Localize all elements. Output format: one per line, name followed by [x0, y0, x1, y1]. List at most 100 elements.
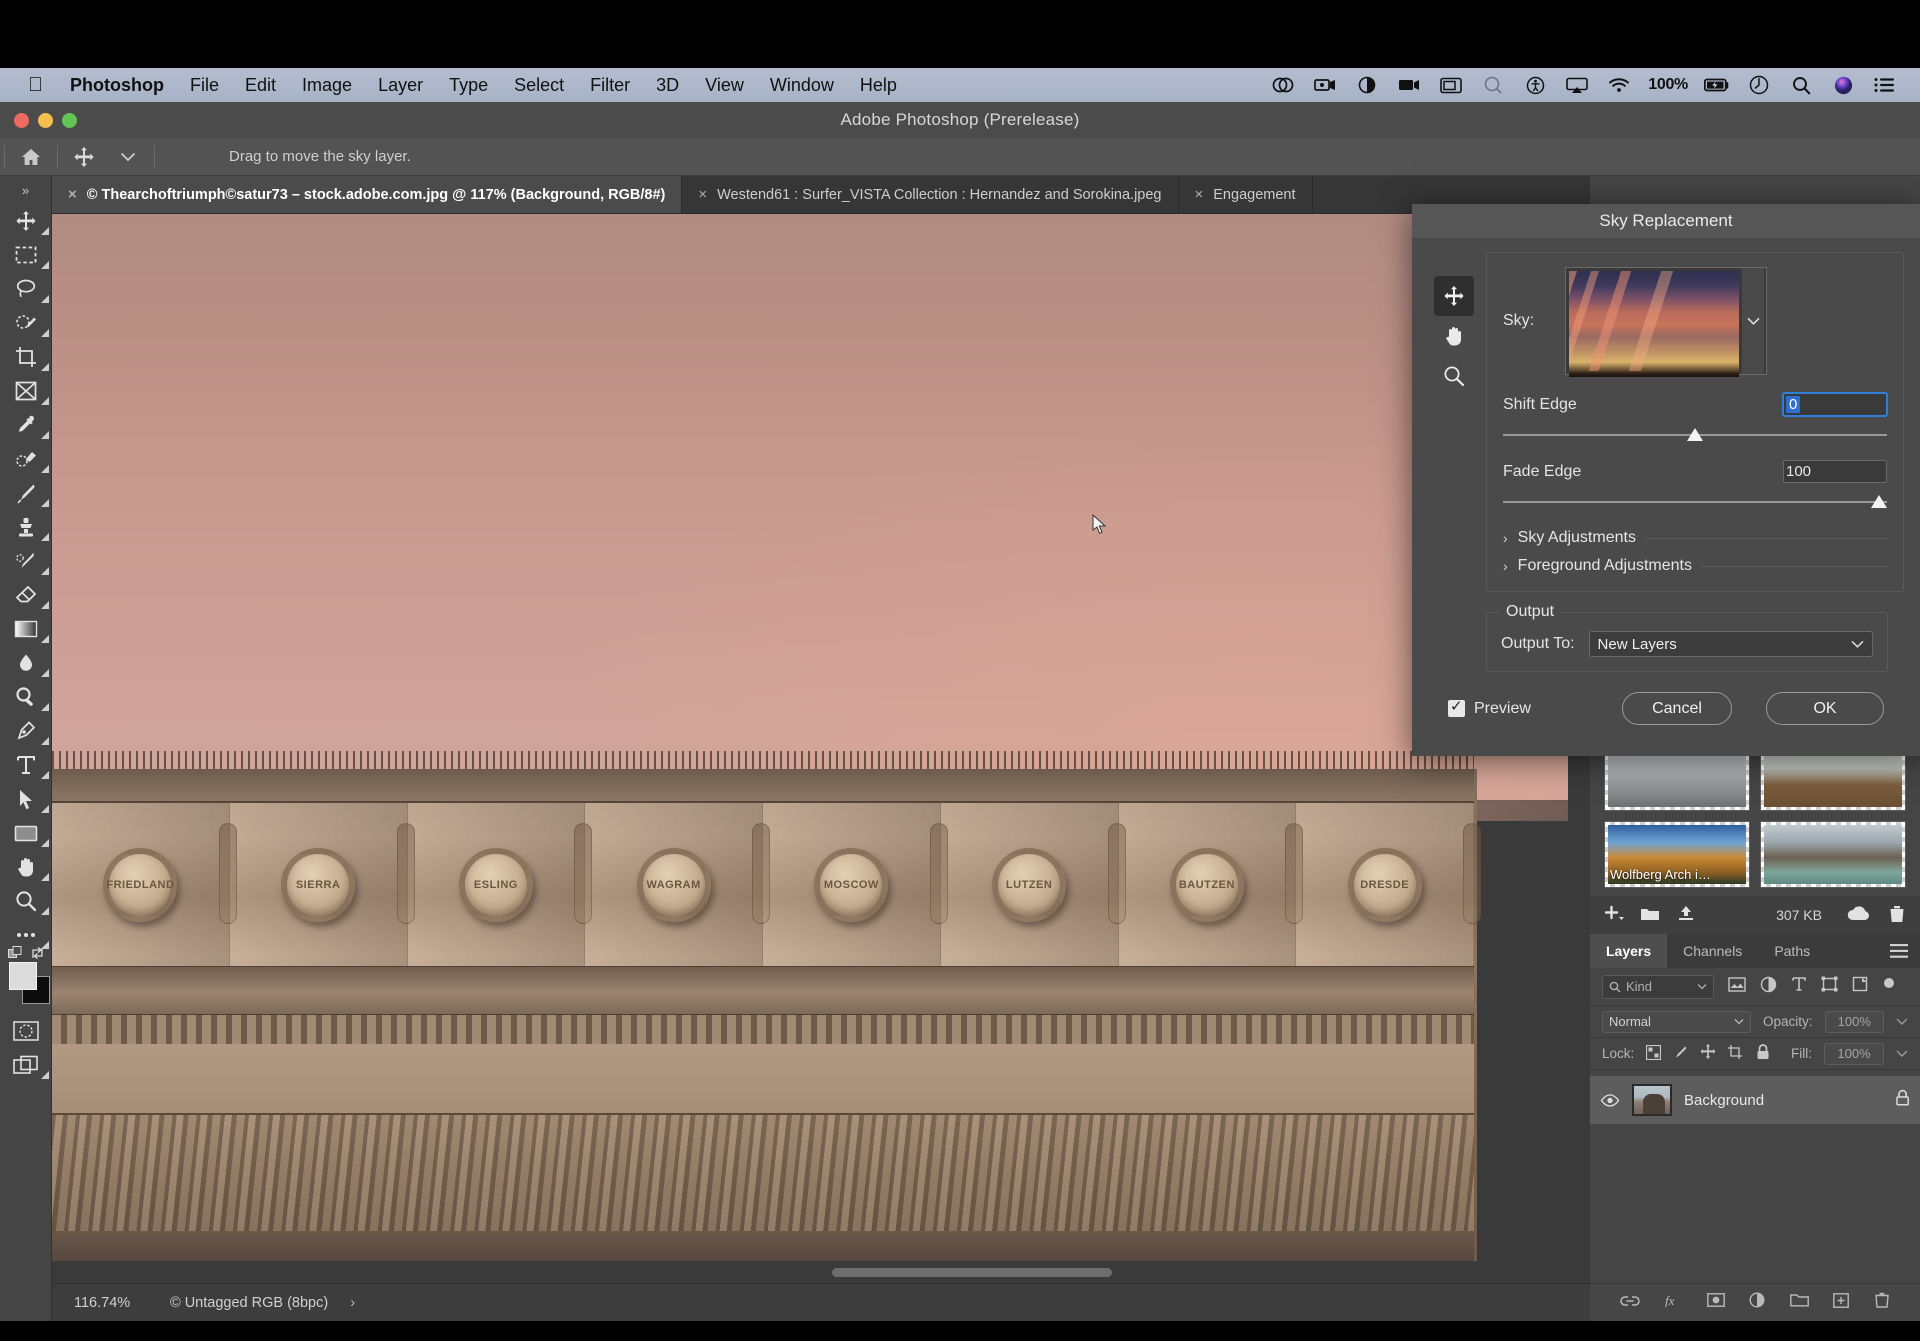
rectangular-marquee-tool-icon[interactable] [0, 238, 52, 272]
home-icon[interactable] [9, 138, 53, 176]
add-layer-mask-icon[interactable] [1707, 1293, 1725, 1312]
tab-paths[interactable]: Paths [1758, 934, 1826, 968]
rectangle-tool-icon[interactable] [0, 816, 52, 850]
sky-adjustments-section[interactable]: › Sky Adjustments [1503, 529, 1887, 547]
trash-icon[interactable] [1888, 905, 1906, 926]
chevron-down-icon[interactable] [1742, 268, 1764, 374]
spot-healing-brush-tool-icon[interactable] [0, 442, 52, 476]
accessibility-icon[interactable] [1522, 74, 1548, 96]
close-icon[interactable]: × [68, 186, 77, 203]
menu-item-file[interactable]: File [177, 75, 232, 96]
shift-edge-slider[interactable] [1503, 428, 1887, 442]
wifi-icon[interactable] [1606, 74, 1632, 96]
panel-menu-icon[interactable] [1890, 934, 1920, 968]
lock-transparent-pixels-icon[interactable] [1646, 1044, 1662, 1063]
menu-item-3d[interactable]: 3D [643, 75, 692, 96]
tool-preset-chevron-down-icon[interactable] [106, 138, 150, 176]
layer-name[interactable]: Background [1684, 1092, 1764, 1109]
type-layer-filter-icon[interactable] [1791, 976, 1807, 997]
chevron-right-icon[interactable]: › [1503, 530, 1508, 546]
screen-record-icon[interactable] [1312, 74, 1338, 96]
opacity-chevron-down-icon[interactable] [1896, 1017, 1908, 1026]
object-selection-tool-icon[interactable] [0, 306, 52, 340]
battery-charging-icon[interactable] [1704, 74, 1730, 96]
type-tool-icon[interactable] [0, 748, 52, 782]
layer-style-fx-icon[interactable]: fx [1665, 1293, 1683, 1312]
move-tool-icon[interactable] [0, 204, 52, 238]
document-tab-2[interactable]: × Westend61 : Surfer_VISTA Collection : … [682, 176, 1179, 213]
new-folder-icon[interactable] [1640, 906, 1660, 925]
path-selection-tool-icon[interactable] [0, 782, 52, 816]
tab-layers[interactable]: Layers [1590, 934, 1668, 968]
hand-tool-icon[interactable] [1434, 316, 1474, 356]
add-plus-icon[interactable] [1604, 905, 1624, 926]
move-tool-icon[interactable] [62, 138, 106, 176]
opacity-value-field[interactable]: 100% [1824, 1010, 1885, 1033]
slider-knob[interactable] [1687, 428, 1703, 441]
creative-cloud-icon[interactable] [1270, 74, 1296, 96]
video-icon[interactable] [1396, 74, 1422, 96]
lock-artboard-nesting-icon[interactable] [1728, 1044, 1744, 1063]
chevron-right-icon[interactable]: › [350, 1295, 355, 1311]
cloud-icon[interactable] [1846, 905, 1872, 925]
menu-item-edit[interactable]: Edit [232, 75, 289, 96]
control-center-icon[interactable] [1872, 74, 1898, 96]
preset-thumbnail[interactable] [1760, 821, 1906, 888]
lock-icon[interactable] [1895, 1089, 1910, 1111]
slider-knob[interactable] [1871, 495, 1887, 508]
adjustment-layer-filter-icon[interactable] [1760, 976, 1777, 998]
lock-position-icon[interactable] [1700, 1044, 1716, 1063]
smart-object-filter-icon[interactable] [1852, 976, 1868, 997]
preview-checkbox-row[interactable]: Preview [1448, 697, 1531, 718]
canvas-area[interactable]: FRIEDLAND SIERRA ESLING WAGRAM MOSCOW LU… [52, 214, 1590, 1283]
close-icon[interactable]: × [1195, 186, 1204, 203]
apple-logo-icon[interactable]:  [28, 75, 43, 95]
menu-item-filter[interactable]: Filter [577, 75, 643, 96]
new-group-icon[interactable] [1789, 1293, 1809, 1312]
history-brush-tool-icon[interactable] [0, 544, 52, 578]
menu-item-layer[interactable]: Layer [365, 75, 436, 96]
move-tool-icon[interactable] [1434, 276, 1474, 316]
document-tab-active[interactable]: × © Thearchoftriumph©satur73 – stock.ado… [52, 176, 683, 213]
gradient-tool-icon[interactable] [0, 612, 52, 646]
eyedropper-tool-icon[interactable] [0, 408, 52, 442]
foreground-color-swatch[interactable] [9, 962, 37, 990]
siri-icon[interactable] [1830, 74, 1856, 96]
fill-chevron-down-icon[interactable] [1896, 1049, 1908, 1058]
fill-value-field[interactable]: 100% [1824, 1042, 1884, 1065]
delete-layer-icon[interactable] [1874, 1292, 1890, 1313]
pixel-layer-filter-icon[interactable] [1728, 976, 1746, 997]
lock-image-pixels-icon[interactable] [1673, 1045, 1688, 1063]
window-icon[interactable] [1438, 74, 1464, 96]
crop-tool-icon[interactable] [0, 340, 52, 374]
contrast-icon[interactable] [1354, 74, 1380, 96]
zoom-tool-icon[interactable] [0, 884, 52, 918]
pen-tool-icon[interactable] [0, 714, 52, 748]
menu-item-help[interactable]: Help [847, 75, 910, 96]
zoom-tool-icon[interactable] [1434, 356, 1474, 396]
layer-row-background[interactable]: Background [1590, 1076, 1920, 1124]
clone-stamp-tool-icon[interactable] [0, 510, 52, 544]
menu-item-image[interactable]: Image [289, 75, 365, 96]
layer-filter-kind-select[interactable]: Kind [1602, 974, 1714, 999]
fade-edge-slider[interactable] [1503, 495, 1887, 509]
zoom-level-label[interactable]: 116.74% [52, 1295, 152, 1311]
magnifier-disabled-icon[interactable] [1480, 74, 1506, 96]
tab-channels[interactable]: Channels [1667, 934, 1758, 968]
eye-icon[interactable] [1600, 1093, 1620, 1107]
close-icon[interactable]: × [698, 186, 707, 203]
new-layer-icon[interactable] [1833, 1292, 1850, 1313]
canvas-horizontal-scrollbar[interactable] [52, 1266, 1568, 1279]
screen-mode-icon[interactable] [0, 1048, 52, 1082]
shift-edge-input[interactable]: 0 [1783, 393, 1887, 416]
upload-icon[interactable] [1676, 905, 1696, 926]
quick-mask-icon[interactable] [0, 1014, 52, 1048]
spotlight-search-icon[interactable] [1788, 74, 1814, 96]
airplay-icon[interactable] [1564, 74, 1590, 96]
blend-mode-select[interactable]: Normal [1602, 1010, 1751, 1033]
lock-all-icon[interactable] [1756, 1044, 1770, 1063]
chevron-right-icon[interactable]: › [1503, 558, 1508, 574]
sky-preset-picker[interactable] [1565, 267, 1767, 377]
foreground-adjustments-section[interactable]: › Foreground Adjustments [1503, 557, 1887, 575]
filter-toggle-icon[interactable] [1882, 977, 1896, 996]
